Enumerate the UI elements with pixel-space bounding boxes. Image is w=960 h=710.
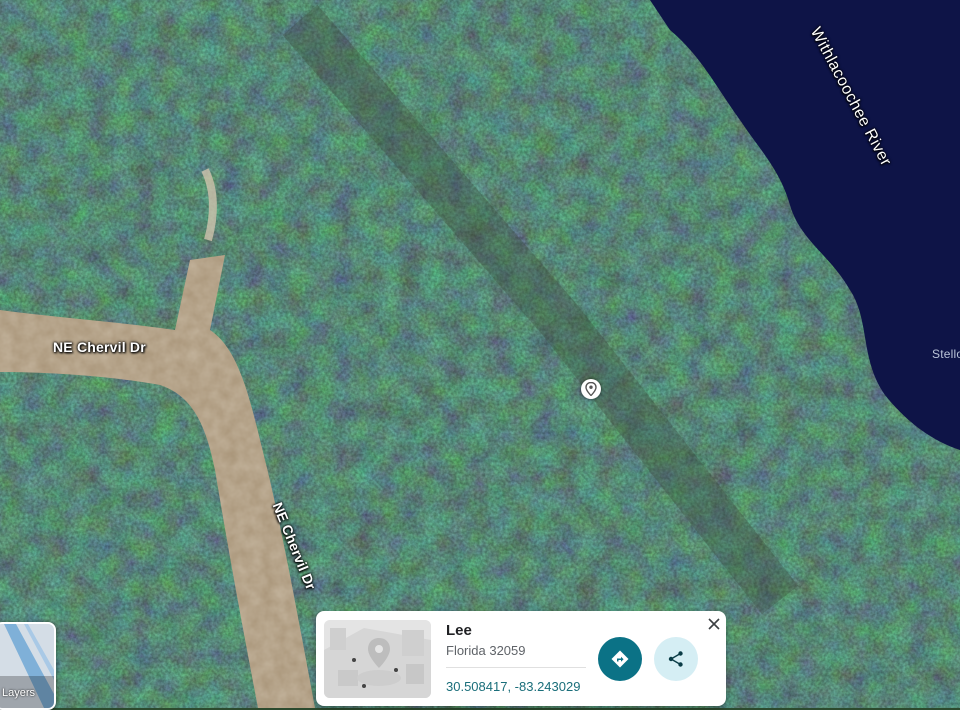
- place-coordinates[interactable]: 30.508417, -83.243029: [446, 679, 580, 694]
- directions-icon: [611, 650, 629, 668]
- place-thumbnail-illustration-icon: [324, 620, 431, 698]
- directions-button[interactable]: [598, 637, 642, 681]
- share-icon: [668, 651, 683, 667]
- close-button[interactable]: [704, 614, 724, 634]
- place-title: Lee: [446, 622, 472, 639]
- road-label-horizontal: NE Chervil Dr: [53, 339, 146, 355]
- place-card: Lee Florida 32059 30.508417, -83.243029: [316, 611, 726, 706]
- layers-label: Layers: [2, 687, 36, 699]
- close-icon: [708, 618, 720, 630]
- edge-partial-label: Stello: [932, 347, 960, 361]
- share-button[interactable]: [654, 637, 698, 681]
- place-thumbnail[interactable]: [324, 620, 431, 698]
- place-address: Florida 32059: [446, 643, 526, 658]
- location-pin-icon[interactable]: [581, 379, 601, 399]
- card-divider: [446, 667, 586, 668]
- layers-button[interactable]: Layers: [0, 622, 56, 710]
- pin-glyph-icon: [585, 382, 597, 396]
